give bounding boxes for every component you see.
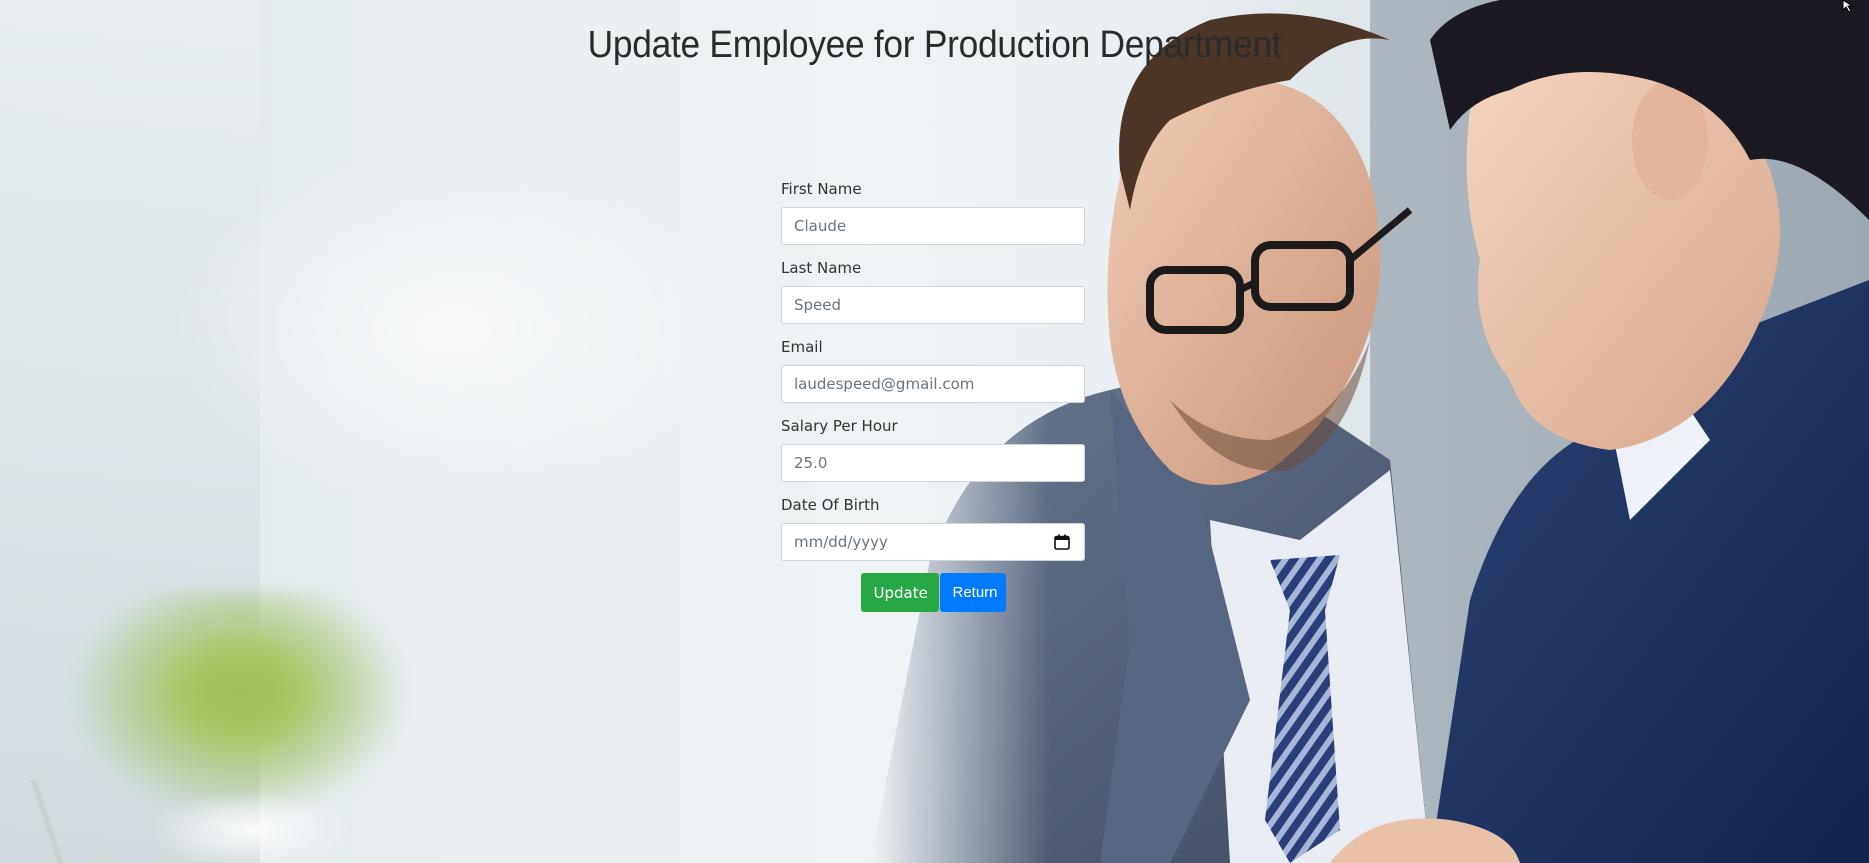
email-input[interactable] — [781, 365, 1085, 403]
salary-per-hour-input[interactable] — [781, 444, 1085, 482]
background-plant-pot — [150, 790, 350, 863]
return-button[interactable]: Return — [939, 573, 1006, 612]
date-of-birth-group: Date Of Birth — [781, 496, 1085, 561]
update-employee-form: First Name Last Name Email Salary Per Ho… — [781, 180, 1085, 612]
background-plant — [70, 590, 410, 820]
mouse-pointer-icon — [1842, 0, 1854, 12]
first-name-label: First Name — [781, 180, 862, 198]
form-actions: Update Return — [781, 573, 1085, 612]
first-name-group: First Name — [781, 180, 1085, 245]
page-background: Update Employee for Production Departmen… — [0, 0, 1869, 863]
date-of-birth-label: Date Of Birth — [781, 496, 880, 514]
salary-per-hour-group: Salary Per Hour — [781, 417, 1085, 482]
email-group: Email — [781, 338, 1085, 403]
page-title: Update Employee for Production Departmen… — [587, 24, 1282, 66]
date-of-birth-input[interactable] — [781, 523, 1085, 561]
last-name-group: Last Name — [781, 259, 1085, 324]
first-name-input[interactable] — [781, 207, 1085, 245]
last-name-label: Last Name — [781, 259, 862, 277]
salary-per-hour-label: Salary Per Hour — [781, 417, 898, 435]
calendar-icon[interactable] — [1054, 534, 1070, 550]
email-label: Email — [781, 338, 823, 356]
date-of-birth-wrapper — [781, 523, 1085, 561]
last-name-input[interactable] — [781, 286, 1085, 324]
update-button[interactable]: Update — [860, 573, 939, 612]
background-window-glow — [170, 150, 730, 510]
